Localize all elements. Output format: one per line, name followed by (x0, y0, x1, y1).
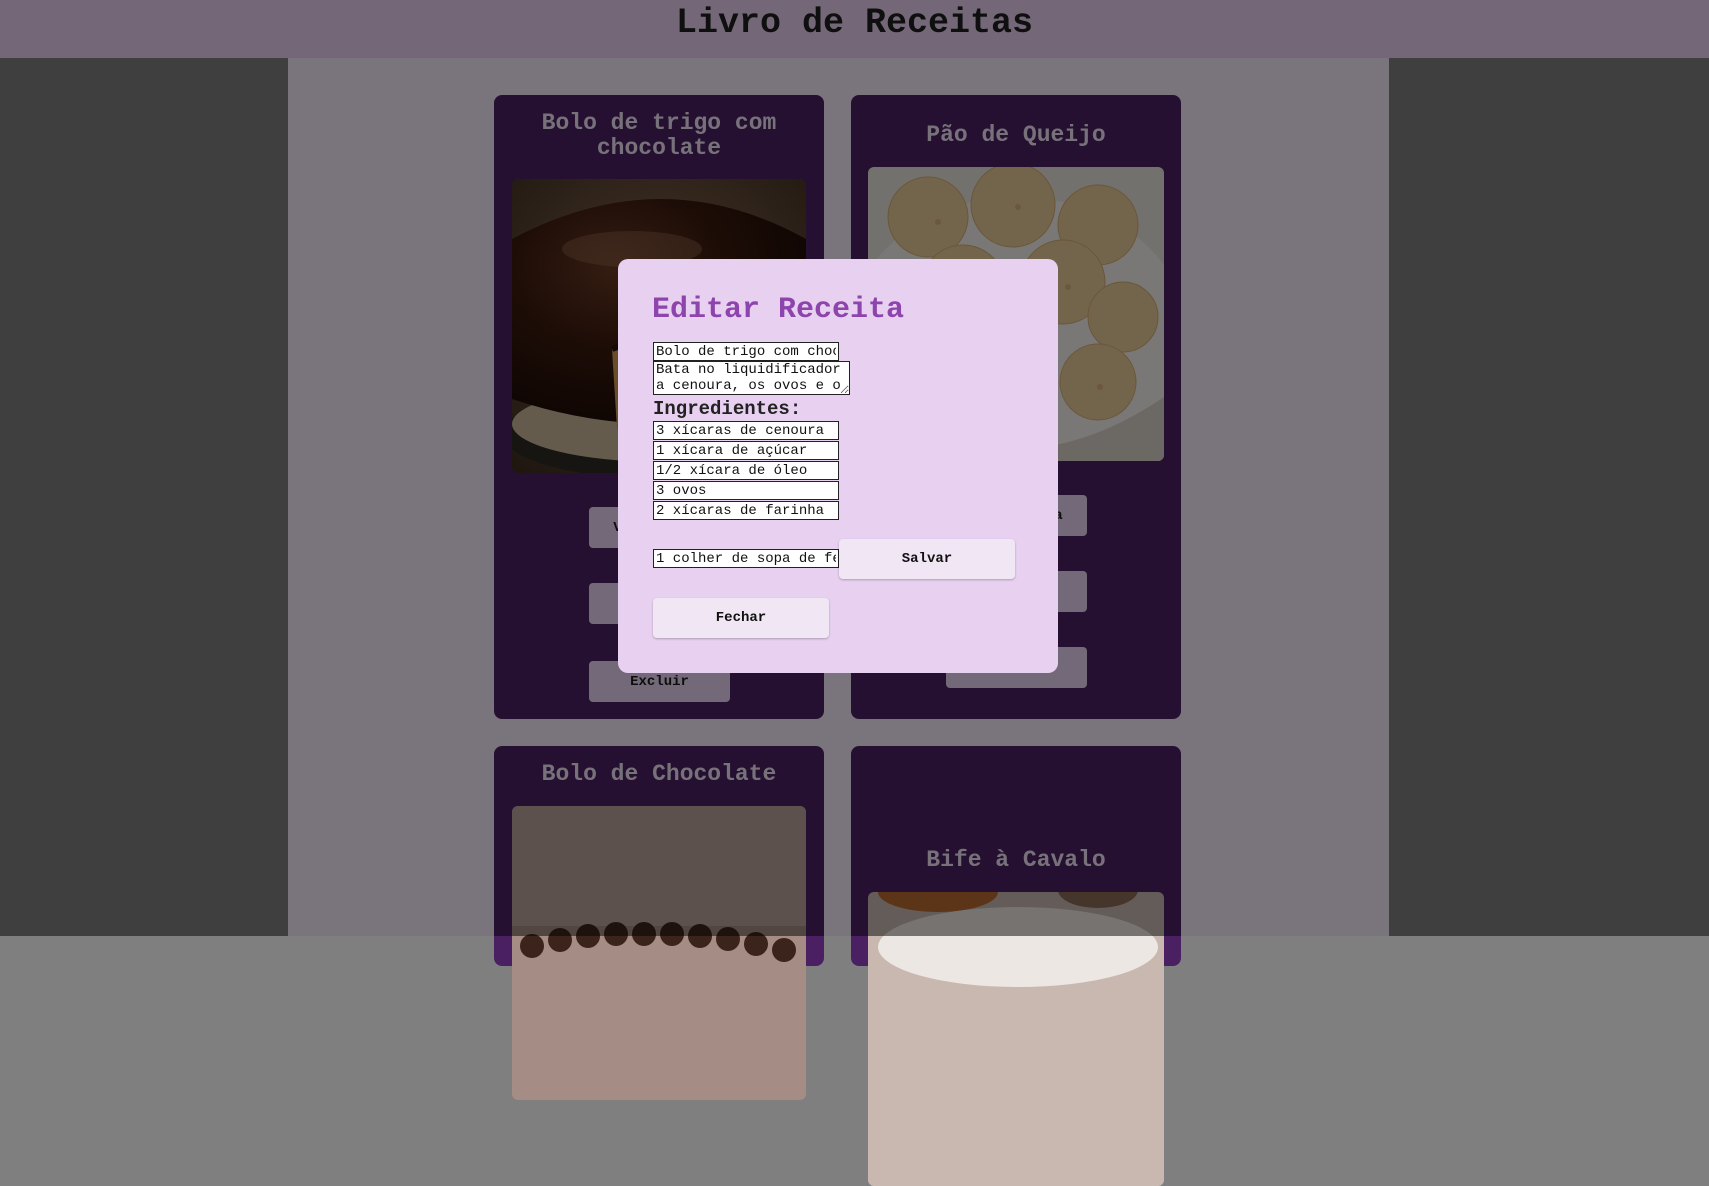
ingredient-input[interactable] (653, 501, 839, 520)
close-button[interactable]: Fechar (653, 598, 829, 638)
ingredient-input[interactable] (653, 461, 839, 480)
modal-title: Editar Receita (652, 293, 905, 327)
ingredient-input[interactable] (653, 549, 839, 568)
ingredient-input[interactable] (653, 441, 839, 460)
ingredients-label: Ingredientes: (653, 398, 802, 420)
recipe-photo (868, 892, 1164, 1186)
ingredient-input[interactable] (653, 421, 839, 440)
save-button[interactable]: Salvar (839, 539, 1015, 579)
recipe-name-input[interactable] (653, 342, 839, 361)
recipe-instructions-textarea[interactable]: Bata no liquidificador a cenoura, os ovo… (653, 361, 850, 395)
ingredient-input[interactable] (653, 481, 839, 500)
edit-recipe-modal: Editar Receita Bata no liquidificador a … (618, 259, 1058, 673)
